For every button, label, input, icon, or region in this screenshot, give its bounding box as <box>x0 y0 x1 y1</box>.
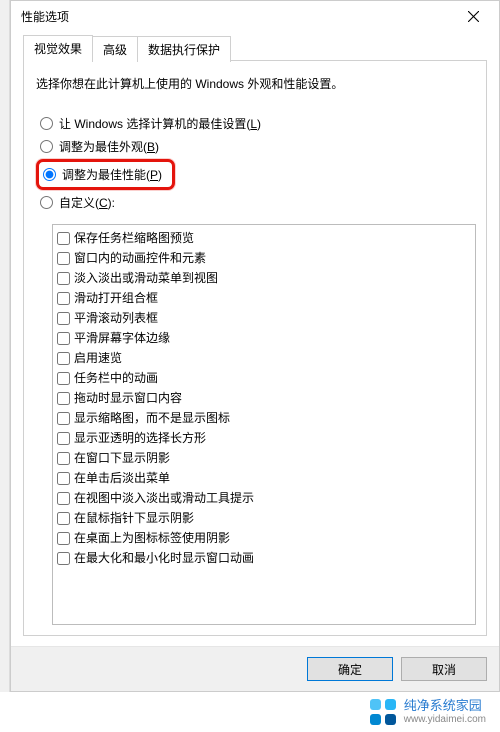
checklist-checkbox[interactable] <box>57 512 70 525</box>
checklist-item[interactable]: 平滑屏幕字体边缘 <box>57 328 471 348</box>
tab-advanced[interactable]: 高级 <box>92 36 138 62</box>
checklist-checkbox[interactable] <box>57 252 70 265</box>
checklist-item[interactable]: 显示缩略图，而不是显示图标 <box>57 408 471 428</box>
checklist-item[interactable]: 在单击后淡出菜单 <box>57 468 471 488</box>
checklist-checkbox[interactable] <box>57 372 70 385</box>
radio-best-performance[interactable]: 调整为最佳性能(P) <box>43 166 162 183</box>
checklist-item[interactable]: 保存任务栏缩略图预览 <box>57 228 471 248</box>
checklist-label: 在视图中淡入淡出或滑动工具提示 <box>74 489 254 507</box>
checklist-label: 显示亚透明的选择长方形 <box>74 429 206 447</box>
cancel-button[interactable]: 取消 <box>401 657 487 681</box>
radio-best-look[interactable]: 调整为最佳外观(B) <box>36 135 474 158</box>
checklist-label: 滑动打开组合框 <box>74 289 158 307</box>
checklist-checkbox[interactable] <box>57 272 70 285</box>
radio-label: 调整为最佳外观(B) <box>59 138 159 155</box>
checklist-checkbox[interactable] <box>57 532 70 545</box>
checklist-item[interactable]: 在最大化和最小化时显示窗口动画 <box>57 548 471 568</box>
checklist-checkbox[interactable] <box>57 552 70 565</box>
checklist-item[interactable]: 窗口内的动画控件和元素 <box>57 248 471 268</box>
radio-auto-input[interactable] <box>40 117 53 130</box>
checklist-item[interactable]: 在视图中淡入淡出或滑动工具提示 <box>57 488 471 508</box>
dialog-content: 视觉效果 高级 数据执行保护 选择你想在此计算机上使用的 Windows 外观和… <box>11 31 499 646</box>
description-text: 选择你想在此计算机上使用的 Windows 外观和性能设置。 <box>36 75 474 92</box>
radio-custom-input[interactable] <box>40 196 53 209</box>
tab-dep[interactable]: 数据执行保护 <box>137 36 231 62</box>
checklist-label: 启用速览 <box>74 349 122 367</box>
checklist-label: 在窗口下显示阴影 <box>74 449 170 467</box>
checklist-checkbox[interactable] <box>57 412 70 425</box>
checklist-item[interactable]: 淡入淡出或滑动菜单到视图 <box>57 268 471 288</box>
checklist-label: 平滑滚动列表框 <box>74 309 158 327</box>
checklist-label: 在桌面上为图标标签使用阴影 <box>74 529 230 547</box>
tab-strip: 视觉效果 高级 数据执行保护 <box>23 35 487 61</box>
checklist-checkbox[interactable] <box>57 332 70 345</box>
checklist-checkbox[interactable] <box>57 232 70 245</box>
checklist-label: 拖动时显示窗口内容 <box>74 389 182 407</box>
titlebar: 性能选项 <box>11 1 499 31</box>
radio-best-performance-input[interactable] <box>43 168 56 181</box>
radio-label: 调整为最佳性能(P) <box>62 166 162 183</box>
checklist-item[interactable]: 任务栏中的动画 <box>57 368 471 388</box>
visual-effects-checklist[interactable]: 保存任务栏缩略图预览窗口内的动画控件和元素淡入淡出或滑动菜单到视图滑动打开组合框… <box>52 224 476 625</box>
radio-label: 让 Windows 选择计算机的最佳设置(L) <box>59 115 261 132</box>
checklist-label: 保存任务栏缩略图预览 <box>74 229 194 247</box>
radio-auto[interactable]: 让 Windows 选择计算机的最佳设置(L) <box>36 112 474 135</box>
checklist-checkbox[interactable] <box>57 392 70 405</box>
checklist-checkbox[interactable] <box>57 432 70 445</box>
checklist-checkbox[interactable] <box>57 352 70 365</box>
checklist-item[interactable]: 滑动打开组合框 <box>57 288 471 308</box>
checklist-label: 在最大化和最小化时显示窗口动画 <box>74 549 254 567</box>
background-strip <box>0 0 10 692</box>
checklist-label: 平滑屏幕字体边缘 <box>74 329 170 347</box>
checklist-item[interactable]: 启用速览 <box>57 348 471 368</box>
checklist-label: 在单击后淡出菜单 <box>74 469 170 487</box>
checklist-label: 显示缩略图，而不是显示图标 <box>74 409 230 427</box>
watermark-logo-icon <box>370 699 396 725</box>
checklist-item[interactable]: 在窗口下显示阴影 <box>57 448 471 468</box>
checklist-label: 淡入淡出或滑动菜单到视图 <box>74 269 218 287</box>
tab-label: 数据执行保护 <box>148 43 220 57</box>
tab-label: 高级 <box>103 43 127 57</box>
window-title: 性能选项 <box>21 8 453 25</box>
checklist-checkbox[interactable] <box>57 292 70 305</box>
checklist-label: 任务栏中的动画 <box>74 369 158 387</box>
checklist-checkbox[interactable] <box>57 492 70 505</box>
checklist-label: 在鼠标指针下显示阴影 <box>74 509 194 527</box>
checklist-checkbox[interactable] <box>57 472 70 485</box>
checklist-checkbox[interactable] <box>57 452 70 465</box>
radio-group: 让 Windows 选择计算机的最佳设置(L) 调整为最佳外观(B) 调整为最佳… <box>36 112 474 214</box>
radio-best-look-input[interactable] <box>40 140 53 153</box>
watermark-url: www.yidaimei.com <box>404 714 486 726</box>
performance-options-dialog: 性能选项 视觉效果 高级 数据执行保护 选择你想在此计算机上使用的 Window… <box>10 0 500 692</box>
checklist-checkbox[interactable] <box>57 312 70 325</box>
close-icon <box>468 11 479 22</box>
tab-panel-visual-effects: 选择你想在此计算机上使用的 Windows 外观和性能设置。 让 Windows… <box>23 60 487 636</box>
watermark-text: 纯净系统家园 www.yidaimei.com <box>404 698 486 726</box>
checklist-item[interactable]: 拖动时显示窗口内容 <box>57 388 471 408</box>
watermark-brand: 纯净系统家园 <box>404 698 486 714</box>
radio-label: 自定义(C): <box>59 194 115 211</box>
checklist-item[interactable]: 在桌面上为图标标签使用阴影 <box>57 528 471 548</box>
ok-button[interactable]: 确定 <box>307 657 393 681</box>
tab-visual-effects[interactable]: 视觉效果 <box>23 35 93 61</box>
checklist-item[interactable]: 在鼠标指针下显示阴影 <box>57 508 471 528</box>
watermark: 纯净系统家园 www.yidaimei.com <box>0 692 500 732</box>
radio-custom[interactable]: 自定义(C): <box>36 191 474 214</box>
checklist-item[interactable]: 平滑滚动列表框 <box>57 308 471 328</box>
checklist-label: 窗口内的动画控件和元素 <box>74 249 206 267</box>
tab-label: 视觉效果 <box>34 42 82 56</box>
highlight-annotation: 调整为最佳性能(P) <box>36 159 175 190</box>
dialog-button-bar: 确定 取消 <box>11 646 499 691</box>
close-button[interactable] <box>453 2 493 30</box>
checklist-item[interactable]: 显示亚透明的选择长方形 <box>57 428 471 448</box>
